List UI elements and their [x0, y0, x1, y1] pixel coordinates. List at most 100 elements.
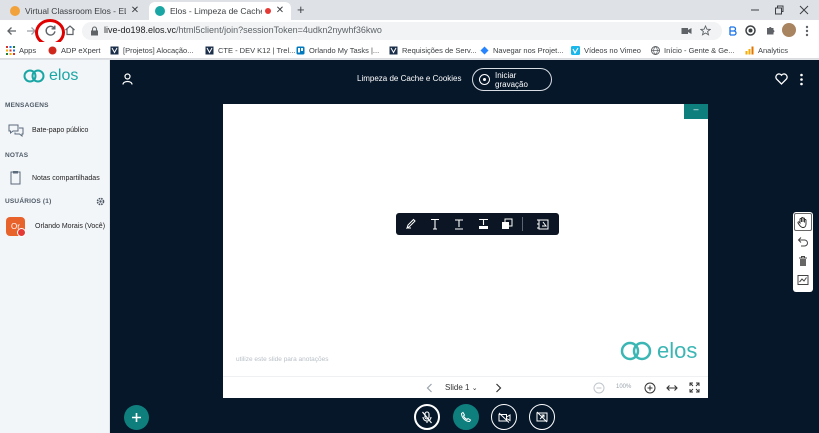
bookmark-adp-expert[interactable]: ADP eXpert — [48, 44, 100, 56]
public-chat-item[interactable]: Bate-papo público — [8, 123, 88, 137]
more-options-icon[interactable] — [799, 73, 804, 86]
address-bar[interactable]: live-do198.elos.vc/html5client/join?sess… — [82, 22, 722, 40]
close-tab-icon[interactable]: ✕ — [130, 6, 140, 16]
back-arrow-icon[interactable] — [6, 25, 18, 37]
bookmark-label: CTE - DEV K12 | Trel... — [218, 45, 296, 55]
slide-label: Slide 1 — [445, 383, 470, 392]
actions-plus-button[interactable] — [124, 405, 149, 430]
minimize-icon[interactable] — [748, 3, 762, 17]
chat-bubbles-icon — [8, 124, 24, 137]
hand-icon — [797, 217, 807, 228]
messages-heading: MENSAGENS — [5, 102, 49, 109]
multi-user-icon[interactable] — [797, 274, 809, 286]
zoom-level: 100% — [616, 384, 632, 390]
extension-b-icon[interactable] — [727, 25, 738, 37]
multi-user-whiteboard-icon[interactable] — [536, 217, 550, 231]
pencil-icon[interactable] — [405, 218, 416, 230]
bookmark-star-icon[interactable] — [700, 25, 711, 36]
tab-title: Elos - Limpeza de Cache e C — [170, 6, 262, 16]
mute-mic-button[interactable] — [414, 404, 440, 430]
tab-favicon-icon — [10, 6, 20, 16]
palette-divider — [522, 217, 523, 231]
bookmark-label: Requisições de Serv... — [402, 45, 477, 55]
tab-title: Virtual Classroom Elos - ELE AC15 — [25, 6, 126, 16]
text-color-icon[interactable] — [478, 218, 489, 230]
notes-icon — [10, 171, 21, 185]
slide-selector[interactable]: Slide 1 ⌄ — [445, 383, 478, 392]
bookmark-requisicoes[interactable]: Requisições de Serv... — [389, 44, 476, 56]
analytics-icon — [745, 46, 754, 54]
fit-width-icon[interactable] — [666, 383, 678, 393]
trello-icon — [296, 46, 305, 54]
tab-elos-limpeza[interactable]: Elos - Limpeza de Cache e C ✕ — [149, 2, 291, 20]
leave-audio-button[interactable] — [453, 404, 479, 430]
sidebar: elos MENSAGENS Bate-papo público NOTAS N… — [0, 60, 110, 433]
camera-in-use-icon[interactable] — [681, 26, 692, 36]
bookmark-projetos-alocacao[interactable]: [Projetos] Alocação... — [110, 44, 193, 56]
restore-icon[interactable] — [772, 3, 786, 17]
undo-icon[interactable] — [797, 236, 809, 248]
text-tool-icon[interactable] — [430, 218, 440, 230]
gear-icon[interactable] — [96, 197, 105, 206]
bookmark-vimeo[interactable]: Vídeos no Vimeo — [571, 44, 641, 56]
slide-caption: utilize este slide para anotações — [236, 356, 329, 363]
bookmark-label: Orlando My Tasks |... — [309, 45, 380, 55]
apps-grid-icon — [6, 45, 15, 55]
tab-strip: Virtual Classroom Elos - ELE AC15 ✕ Elos… — [0, 0, 819, 20]
start-recording-button[interactable]: Iniciar gravação — [472, 68, 552, 91]
watermark-text: elos — [657, 338, 698, 363]
shared-notes-item[interactable]: Notas compartilhadas — [8, 171, 100, 185]
bookmark-label: Apps — [19, 45, 37, 55]
bookmark-orlando-tasks[interactable]: Orlando My Tasks |... — [296, 44, 379, 56]
trash-icon[interactable] — [797, 255, 809, 267]
bookmark-label: Vídeos no Vimeo — [584, 45, 641, 55]
fullscreen-icon[interactable] — [689, 382, 700, 393]
record-label: Iniciar gravação — [495, 70, 528, 89]
bookmark-label: Navegar nos Projet... — [493, 45, 564, 55]
screen-share-icon — [536, 411, 548, 423]
notes-heading: NOTAS — [5, 152, 29, 159]
close-tab-icon[interactable]: ✕ — [275, 6, 285, 16]
new-tab-button[interactable]: + — [297, 3, 305, 17]
previous-slide-icon[interactable] — [426, 383, 433, 393]
home-icon[interactable] — [64, 24, 76, 36]
user-icon[interactable] — [122, 73, 133, 85]
profile-avatar[interactable] — [782, 23, 796, 37]
shapes-icon[interactable] — [501, 218, 513, 230]
hide-presentation-button[interactable]: – — [684, 104, 708, 119]
extensions-puzzle-icon[interactable] — [765, 25, 776, 36]
elos-watermark-icon — [620, 341, 652, 361]
elos-app: elos MENSAGENS Bate-papo público NOTAS N… — [0, 60, 819, 433]
tab-favicon-icon — [155, 6, 165, 16]
url-text: live-do198.elos.vc/html5client/join?sess… — [104, 25, 382, 35]
url-path: /html5client/join?sessionToken=4udkn2nyw… — [176, 25, 382, 35]
bookmark-apps[interactable]: Apps — [6, 44, 36, 56]
bookmark-icon — [205, 46, 214, 54]
plus-icon — [132, 413, 141, 422]
chevron-down-icon: ⌄ — [471, 385, 478, 392]
share-webcam-button[interactable] — [491, 404, 517, 430]
elos-watermark: elos — [619, 340, 697, 362]
zoom-out-icon[interactable] — [593, 382, 605, 394]
slide-controls: Slide 1 ⌄ 100% — [223, 376, 708, 398]
presentation-slide[interactable]: – utilize este slide para anotações elos… — [223, 104, 708, 398]
lock-icon[interactable] — [90, 26, 99, 36]
heart-icon[interactable] — [775, 73, 788, 85]
tab-virtual-classroom[interactable]: Virtual Classroom Elos - ELE AC15 ✕ — [4, 2, 146, 20]
muted-mic-icon — [422, 410, 432, 423]
share-screen-button[interactable] — [529, 404, 555, 430]
user-list-item[interactable]: Or Orlando Morais (Você) — [6, 217, 105, 237]
zoom-in-icon[interactable] — [644, 382, 656, 394]
close-window-icon[interactable] — [797, 3, 811, 17]
url-host: live-do198.elos.vc — [104, 25, 177, 35]
recording-indicator-icon — [265, 8, 271, 14]
bookmark-cte-dev[interactable]: CTE - DEV K12 | Trel... — [205, 44, 295, 56]
bookmark-analytics[interactable]: Analytics — [745, 44, 788, 56]
next-slide-icon[interactable] — [495, 383, 502, 393]
extension-circle-icon[interactable] — [745, 25, 756, 36]
bookmarks-bar: Apps ADP eXpert [Projetos] Alocação... C… — [0, 42, 819, 59]
bookmark-inicio-gente[interactable]: Início - Gente & Ge... — [651, 44, 734, 56]
bookmark-navegar-projetos[interactable]: Navegar nos Projet... — [480, 44, 563, 56]
font-size-icon[interactable] — [454, 218, 464, 230]
chrome-menu-icon[interactable] — [804, 25, 810, 37]
